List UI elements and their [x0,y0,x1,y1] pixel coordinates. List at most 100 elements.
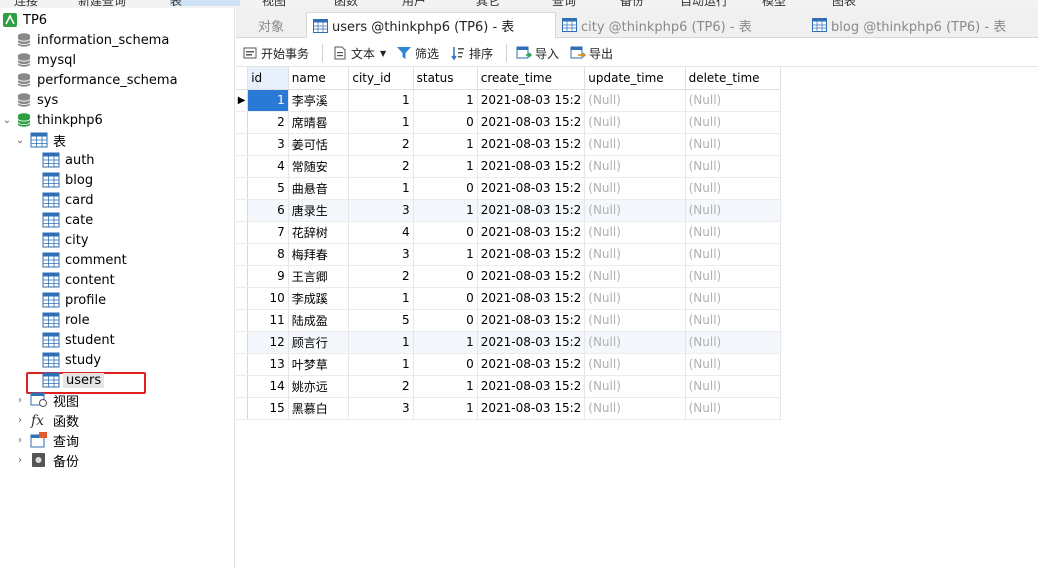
cell-id[interactable]: 14 [247,375,289,398]
table-row[interactable]: 5 曲悬音 1 0 2021-08-03 15:2 (Null) (Null) [236,177,782,200]
collapse-arrow-icon[interactable]: ⌄ [15,136,25,146]
row-selector[interactable] [236,221,249,244]
row-selector[interactable] [236,177,249,200]
cell-id[interactable]: 13 [247,353,289,376]
cell-city-id[interactable]: 3 [348,199,414,222]
cell-city-id[interactable]: 3 [348,243,414,266]
export-button[interactable]: 导出 [570,44,613,62]
menu-item[interactable]: 模型 [762,0,786,8]
table-row[interactable]: 14 姚亦远 2 1 2021-08-03 15:2 (Null) (Null) [236,375,782,398]
tree-database[interactable]: mysql [16,50,76,70]
cell-create-time[interactable]: 2021-08-03 15:2 [477,133,586,156]
cell-delete-time[interactable]: (Null) [685,155,782,178]
row-selector[interactable] [236,265,249,288]
table-row[interactable]: 2 席晴晷 1 0 2021-08-03 15:2 (Null) (Null) [236,111,782,134]
cell-update-time[interactable]: (Null) [584,89,686,112]
cell-status[interactable]: 0 [413,111,478,134]
cell-status[interactable]: 1 [413,89,478,112]
cell-city-id[interactable]: 2 [348,133,414,156]
menu-item[interactable]: 自动运行 [680,0,728,8]
cell-create-time[interactable]: 2021-08-03 15:2 [477,221,586,244]
cell-status[interactable]: 1 [413,243,478,266]
cell-name[interactable]: 常随安 [288,155,350,178]
tree-database-thinkphp6[interactable]: thinkphp6 [16,110,103,130]
expand-arrow-icon[interactable]: › [15,436,25,446]
tree-group[interactable]: fx 函数 [30,410,79,430]
table-row[interactable]: 6 唐录生 3 1 2021-08-03 15:2 (Null) (Null) [236,199,782,222]
cell-delete-time[interactable]: (Null) [685,199,782,222]
cell-city-id[interactable]: 1 [348,89,414,112]
cell-update-time[interactable]: (Null) [584,155,686,178]
cell-city-id[interactable]: 1 [348,177,414,200]
cell-create-time[interactable]: 2021-08-03 15:2 [477,177,586,200]
table-row[interactable]: 4 常随安 2 1 2021-08-03 15:2 (Null) (Null) [236,155,782,178]
cell-city-id[interactable]: 2 [348,265,414,288]
cell-delete-time[interactable]: (Null) [685,243,782,266]
cell-name[interactable]: 姜可恬 [288,133,350,156]
row-selector[interactable] [236,397,249,420]
tree-tables-group[interactable]: 表 [30,130,66,150]
row-selector[interactable] [236,331,249,354]
cell-update-time[interactable]: (Null) [584,177,686,200]
cell-create-time[interactable]: 2021-08-03 15:2 [477,353,586,376]
cell-create-time[interactable]: 2021-08-03 15:2 [477,397,586,420]
cell-create-time[interactable]: 2021-08-03 15:2 [477,155,586,178]
cell-city-id[interactable]: 4 [348,221,414,244]
cell-delete-time[interactable]: (Null) [685,177,782,200]
cell-name[interactable]: 曲悬音 [288,177,350,200]
cell-update-time[interactable]: (Null) [584,309,686,332]
cell-name[interactable]: 梅拜春 [288,243,350,266]
cell-update-time[interactable]: (Null) [584,199,686,222]
sort-button[interactable]: 排序 [450,44,493,62]
cell-create-time[interactable]: 2021-08-03 15:2 [477,111,586,134]
cell-id[interactable]: 7 [247,221,289,244]
tree-table[interactable]: auth [42,150,95,170]
tree-table[interactable]: cate [42,210,93,230]
cell-delete-time[interactable]: (Null) [685,331,782,354]
cell-delete-time[interactable]: (Null) [685,309,782,332]
cell-id[interactable]: 1 [247,89,289,112]
tree-database[interactable]: sys [16,90,58,110]
menu-item[interactable]: 其它 [476,0,500,8]
cell-status[interactable]: 0 [413,265,478,288]
expand-arrow-icon[interactable]: › [15,416,25,426]
cell-update-time[interactable]: (Null) [584,375,686,398]
column-header-id[interactable]: id [247,67,289,90]
cell-city-id[interactable]: 3 [348,397,414,420]
tree-table[interactable]: content [42,270,115,290]
row-selector[interactable] [236,375,249,398]
cell-status[interactable]: 1 [413,199,478,222]
cell-name[interactable]: 唐录生 [288,199,350,222]
table-row[interactable]: 15 黑慕白 3 1 2021-08-03 15:2 (Null) (Null) [236,397,782,420]
tree-database[interactable]: performance_schema [16,70,178,90]
table-row[interactable]: 12 顾言行 1 1 2021-08-03 15:2 (Null) (Null) [236,331,782,354]
tree-table-users[interactable]: users [42,370,105,390]
cell-id[interactable]: 3 [247,133,289,156]
cell-create-time[interactable]: 2021-08-03 15:2 [477,331,586,354]
data-grid[interactable]: id name city_id status create_time update_tim… [236,67,782,420]
cell-city-id[interactable]: 5 [348,309,414,332]
menu-item[interactable]: 函数 [334,0,358,8]
cell-status[interactable]: 0 [413,287,478,310]
cell-city-id[interactable]: 1 [348,287,414,310]
cell-city-id[interactable]: 1 [348,111,414,134]
tree-table[interactable]: study [42,350,101,370]
cell-id[interactable]: 9 [247,265,289,288]
cell-name[interactable]: 黑慕白 [288,397,350,420]
column-header-name[interactable]: name [288,67,350,90]
cell-city-id[interactable]: 1 [348,353,414,376]
filter-button[interactable]: 筛选 [396,44,439,62]
cell-update-time[interactable]: (Null) [584,265,686,288]
cell-name[interactable]: 李亭溪 [288,89,350,112]
cell-status[interactable]: 1 [413,397,478,420]
cell-delete-time[interactable]: (Null) [685,397,782,420]
cell-status[interactable]: 0 [413,221,478,244]
cell-create-time[interactable]: 2021-08-03 15:2 [477,243,586,266]
cell-update-time[interactable]: (Null) [584,221,686,244]
row-selector[interactable] [236,199,249,222]
cell-name[interactable]: 姚亦远 [288,375,350,398]
menu-item[interactable]: 新建查询 [78,0,126,8]
cell-name[interactable]: 席晴晷 [288,111,350,134]
cell-create-time[interactable]: 2021-08-03 15:2 [477,89,586,112]
tree-table[interactable]: role [42,310,90,330]
